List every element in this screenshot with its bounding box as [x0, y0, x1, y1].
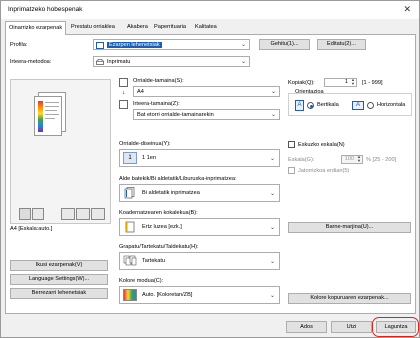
output-method-value: Inprimatu	[107, 59, 131, 65]
edit-profile-button[interactable]: Editatu(2)...	[317, 39, 366, 50]
landscape-radio[interactable]	[367, 102, 374, 109]
page-layout-select[interactable]: 1 1 1en ⌄	[119, 149, 280, 167]
page-layout-value: 1 1en	[142, 155, 156, 161]
portrait-icon: A	[295, 100, 304, 111]
center-original-checkbox[interactable]	[288, 167, 295, 174]
long-edge-icon	[123, 221, 137, 233]
add-profile-button[interactable]: Gehitu(1)...	[259, 39, 310, 50]
binding-select[interactable]: Ertz luzea [ezk.] ⌄	[119, 218, 280, 236]
copies-range: [1 - 999]	[362, 80, 383, 86]
color-mode-value: Auto. [Koloretan/ZB]	[142, 292, 193, 298]
chevron-down-icon: ⌄	[269, 156, 275, 162]
copies-label: Kopiak(Q):	[288, 80, 315, 86]
output-method-select[interactable]: Inprimatu ⌄	[93, 56, 250, 67]
page-preview-image	[34, 96, 62, 136]
output-size-label: Irteera-tamaina(Z):	[133, 101, 180, 107]
tab-basic-settings[interactable]: Oinarrizko ezarpenak	[5, 21, 67, 35]
copies-value: 1	[344, 79, 348, 85]
scale-value: 100	[344, 156, 354, 162]
two-sided-icon	[123, 187, 137, 199]
window-title: Inprimatzeko hobespenak	[8, 6, 83, 13]
color-count-settings-button[interactable]: Kolore kopuruaren ezarpenak...	[288, 293, 411, 304]
restore-defaults-button[interactable]: Berrezarri lehenetsiak	[10, 288, 108, 299]
printer-view-icon[interactable]	[61, 208, 75, 220]
color-mode-label: Kolore modua(C):	[119, 278, 164, 284]
chevron-down-icon: ⌄	[269, 225, 275, 231]
landscape-label: Horizontala	[377, 102, 406, 108]
stapling-label: Grapatu/Tartekatu/Taldekatu(H):	[119, 244, 199, 250]
duplex-select[interactable]: Bi aldetatik inprimatzea ⌄	[119, 184, 280, 202]
portrait-label: Bertikala	[317, 102, 339, 108]
chevron-down-icon: ⌄	[240, 59, 246, 65]
chevron-down-icon: ⌄	[269, 191, 275, 197]
chevron-down-icon: ⌄	[269, 293, 275, 299]
tab-page-setup[interactable]: Prestatu orriaklea	[68, 21, 118, 34]
portrait-radio[interactable]	[307, 102, 314, 109]
view-settings-button[interactable]: Ikusi ezarpenak(V)	[10, 260, 108, 271]
preview-area	[10, 79, 111, 224]
tab-paper-source[interactable]: Paperrituaria	[151, 21, 189, 34]
page-size-label: Orrialde-tamaina(S):	[133, 78, 184, 84]
collate-icon	[123, 255, 137, 267]
scale-input[interactable]: 100 ▲ ▼	[341, 155, 363, 164]
close-icon[interactable]: ✕	[403, 4, 411, 15]
settings-panel: Profila: Ezarpen lehenetsiak ⌄ Gehitu(1)…	[5, 34, 416, 314]
page-view-icon[interactable]	[19, 208, 31, 220]
preview-caption: A4 [Eskala:auto.]	[10, 226, 53, 232]
profile-value: Ezarpen lehenetsiak	[107, 42, 162, 48]
profile-label: Profila:	[10, 42, 28, 48]
page-layout-label: Orrialde-diseinua(Y):	[119, 141, 171, 147]
page-size-icon	[119, 78, 128, 87]
orientation-group: A Bertikala A Horizontala	[288, 93, 412, 116]
chevron-down-icon: ⌄	[270, 112, 276, 118]
page-size-select[interactable]: A4 ⌄	[133, 86, 280, 97]
copies-input[interactable]: 1 ▲ ▼	[324, 78, 357, 87]
arrow-down-icon: ↓	[122, 90, 125, 96]
output-size-icon	[119, 100, 128, 109]
duplex-label: Alde batekik/Bi aldetatik/Liburuxka-inpr…	[119, 176, 237, 182]
chevron-down-icon: ⌄	[269, 259, 275, 265]
spinner-arrows-icon[interactable]: ▲ ▼	[351, 78, 355, 86]
settings-view-icon[interactable]	[91, 208, 105, 220]
scale-label: Eskala(G):	[288, 157, 315, 163]
manual-scaling-checkbox[interactable]	[288, 141, 295, 148]
ok-button[interactable]: Ados	[286, 321, 327, 333]
print-preferences-window: Inprimatzeko hobespenak ✕ Oinarrizko eza…	[0, 0, 420, 338]
highlight-ring	[372, 317, 419, 337]
layout-view-icon[interactable]	[76, 208, 90, 220]
printer-icon	[96, 58, 104, 66]
title-bar: Inprimatzeko hobespenak ✕	[1, 1, 419, 19]
language-settings-button[interactable]: Language Settings(W)...	[10, 274, 108, 285]
spinner-arrows-icon[interactable]: ▲ ▼	[357, 155, 361, 163]
stapling-value: Tartekatu	[142, 258, 166, 264]
manual-scaling-label: Eskuzko eskala(N)	[298, 142, 345, 148]
output-method-label: Irteera-metodoa:	[10, 59, 52, 65]
binding-label: Koadernatzearen kokalekua(B):	[119, 210, 198, 216]
gutter-button[interactable]: Barne-marjina(U)...	[288, 222, 411, 233]
binding-value: Ertz luzea [ezk.]	[142, 224, 182, 230]
tab-quality[interactable]: Kalitatea	[192, 21, 220, 34]
profile-icon	[96, 41, 104, 49]
stapling-select[interactable]: Tartekatu ⌄	[119, 252, 280, 270]
color-bars	[38, 101, 43, 132]
chevron-down-icon: ⌄	[270, 89, 276, 95]
profile-select[interactable]: Ezarpen lehenetsiak ⌄	[93, 39, 250, 50]
cancel-button[interactable]: Utzi	[331, 321, 372, 333]
one-page-icon: 1	[123, 152, 137, 164]
tab-finishing[interactable]: Akabera	[124, 21, 151, 34]
duplex-value: Bi aldetatik inprimatzea	[142, 190, 200, 196]
chevron-down-icon: ⌄	[240, 42, 246, 48]
scale-range: % [25 - 200]	[366, 157, 397, 163]
center-original-label: Jatorrizkoa erdian(5)	[298, 168, 350, 174]
color-icon	[123, 289, 137, 301]
color-mode-select[interactable]: Auto. [Koloretan/ZB] ⌄	[119, 286, 280, 304]
landscape-icon: A	[352, 101, 364, 110]
output-size-select[interactable]: Bat etorri orrialde-tamainarekin ⌄	[133, 109, 280, 120]
stack-view-icon[interactable]	[32, 208, 44, 220]
page-size-value: A4	[137, 89, 144, 95]
output-size-value: Bat etorri orrialde-tamainarekin	[137, 112, 214, 118]
